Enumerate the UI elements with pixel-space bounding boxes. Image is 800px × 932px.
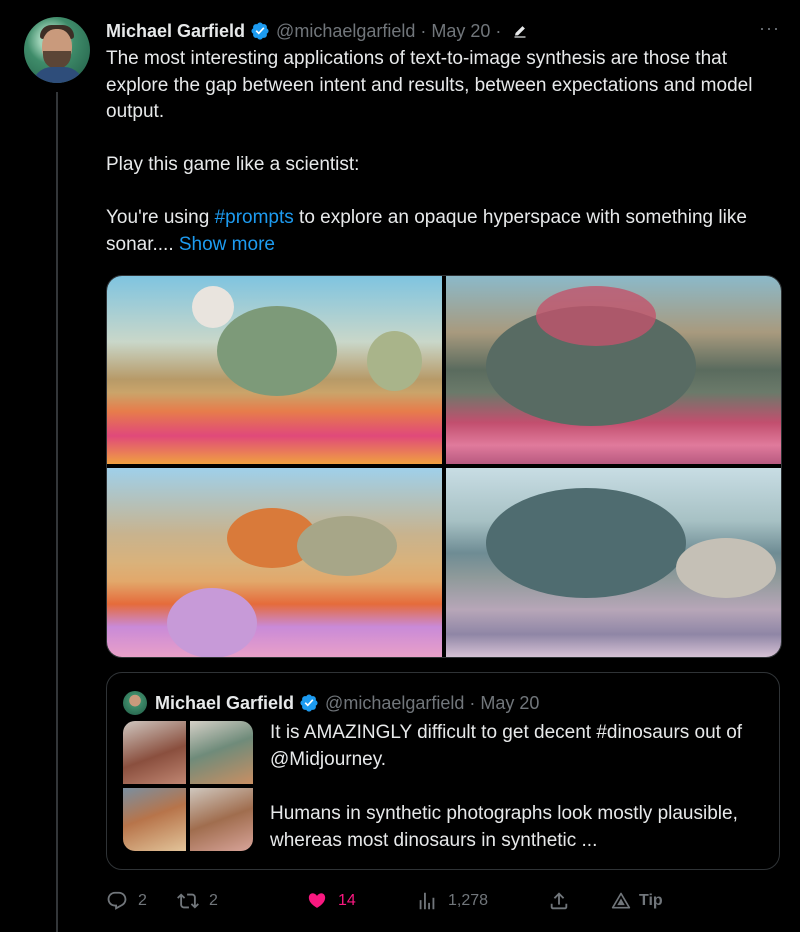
quoted-image-1 bbox=[123, 721, 186, 784]
tweet-date[interactable]: May 20 bbox=[431, 21, 490, 42]
tweet-paragraph-2: Play this game like a scientist: bbox=[106, 154, 360, 175]
reply-icon bbox=[107, 891, 127, 910]
like-button[interactable]: 14 bbox=[306, 886, 356, 916]
tweet-text-segment: You're using bbox=[106, 207, 215, 228]
retweet-button[interactable]: 2 bbox=[177, 886, 218, 916]
quoted-image-4 bbox=[190, 788, 253, 851]
quoted-image-3 bbox=[123, 788, 186, 851]
reply-count: 2 bbox=[138, 892, 147, 909]
author-avatar[interactable] bbox=[24, 17, 90, 83]
tweet-text: The most interesting applications of tex… bbox=[106, 46, 782, 258]
verified-badge-icon bbox=[300, 694, 318, 712]
thread-line bbox=[56, 92, 58, 932]
media-image-3[interactable] bbox=[107, 468, 442, 657]
tweet-header: Michael Garfield @michaelgarfield · May … bbox=[106, 18, 780, 44]
quoted-image-2 bbox=[190, 721, 253, 784]
tweet-paragraph-3: You're using #prompts to explore an opaq… bbox=[106, 205, 782, 258]
show-more-link[interactable]: Show more bbox=[179, 234, 275, 255]
media-grid bbox=[106, 275, 782, 658]
quoted-tweet-header: Michael Garfield @michaelgarfield · May … bbox=[123, 691, 539, 715]
author-name[interactable]: Michael Garfield bbox=[106, 21, 245, 42]
tip-icon bbox=[611, 892, 631, 909]
separator-dot-2: · bbox=[495, 20, 502, 41]
more-icon[interactable]: ··· bbox=[759, 18, 780, 39]
quoted-author-avatar bbox=[123, 691, 147, 715]
tip-label: Tip bbox=[639, 892, 663, 909]
quoted-tweet-date: May 20 bbox=[480, 692, 540, 713]
quoted-media-thumbnail bbox=[123, 721, 253, 851]
quoted-author-name: Michael Garfield bbox=[155, 692, 295, 713]
tweet-paragraph-1: The most interesting applications of tex… bbox=[106, 48, 753, 122]
media-image-4[interactable] bbox=[446, 468, 781, 657]
like-heart-icon bbox=[308, 893, 326, 908]
quoted-tweet[interactable]: Michael Garfield @michaelgarfield · May … bbox=[106, 672, 780, 870]
retweet-icon bbox=[177, 893, 199, 909]
share-icon bbox=[550, 892, 568, 910]
verified-badge-icon bbox=[251, 22, 269, 40]
action-bar: 2 2 14 1,278 Tip bbox=[106, 886, 786, 916]
tip-button[interactable]: Tip bbox=[611, 886, 663, 916]
reply-button[interactable]: 2 bbox=[106, 886, 147, 916]
views-button[interactable]: 1,278 bbox=[416, 886, 488, 916]
separator-dot: · bbox=[420, 20, 427, 41]
share-button[interactable] bbox=[548, 886, 570, 916]
media-image-2[interactable] bbox=[446, 276, 781, 464]
like-count: 14 bbox=[338, 892, 356, 909]
avatar-shirt bbox=[32, 67, 84, 83]
media-image-1[interactable] bbox=[107, 276, 442, 464]
author-handle[interactable]: @michaelgarfield bbox=[276, 21, 415, 42]
quoted-tweet-text: It is AMAZINGLY difficult to get decent … bbox=[270, 719, 760, 854]
edit-pencil-icon[interactable] bbox=[512, 23, 528, 39]
hashtag-link[interactable]: #prompts bbox=[215, 207, 294, 228]
views-bar-chart-icon bbox=[419, 892, 435, 910]
quoted-author-handle: @michaelgarfield bbox=[325, 692, 465, 713]
quoted-paragraph-2: Humans in synthetic photographs look mos… bbox=[270, 803, 738, 851]
quoted-paragraph-1: It is AMAZINGLY difficult to get decent … bbox=[270, 722, 743, 770]
views-count: 1,278 bbox=[448, 892, 489, 909]
separator-dot: · bbox=[469, 692, 476, 713]
retweet-count: 2 bbox=[209, 892, 218, 909]
